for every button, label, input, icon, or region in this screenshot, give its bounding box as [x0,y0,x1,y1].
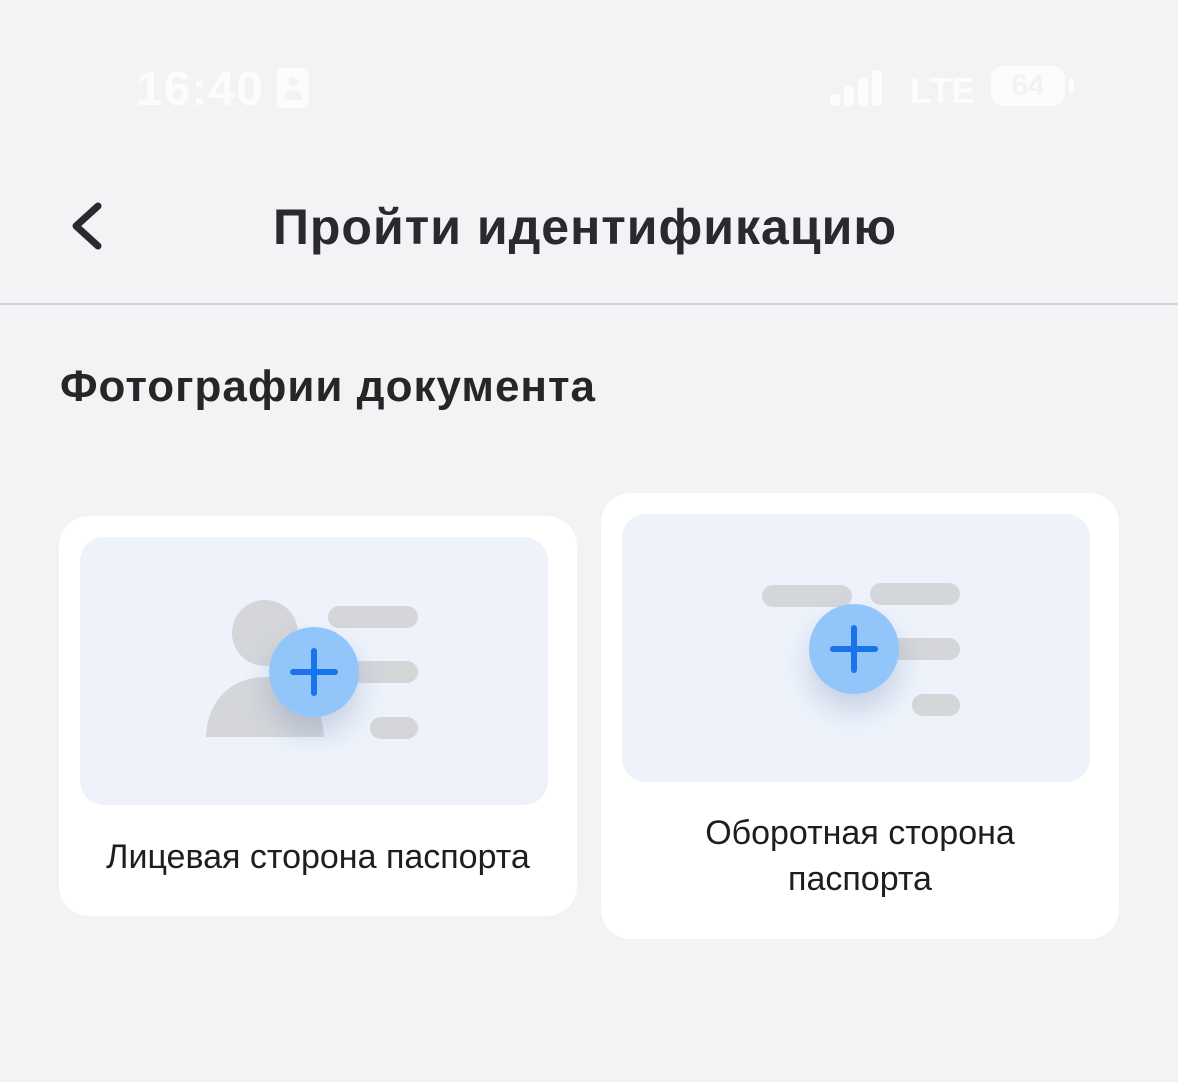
plus-icon [290,648,338,696]
placeholder-line [370,717,418,739]
passport-front-card[interactable]: Лицевая сторона паспорта [59,516,577,916]
section-title: Фотографии документа [60,362,597,411]
page-title-text: Пройти идентификацию [272,199,898,255]
placeholder-line [328,606,418,628]
passport-back-card[interactable]: Оборотная сторона паспорта [601,493,1119,939]
status-time: 16:40 [136,63,264,116]
passport-back-label: Оборотная сторона паспорта [601,810,1119,902]
battery-cap [1069,78,1074,94]
person-badge-icon [277,68,309,108]
network-type: LTE [910,70,976,111]
battery-level: 64 [1011,69,1045,102]
battery-icon: 64 [991,66,1065,106]
nav-bar: Пройти идентификацию [0,170,1178,303]
passport-back-label-line2: паспорта [788,860,932,898]
signal-strength-icon [830,70,890,106]
add-photo-front-button[interactable] [269,627,359,717]
status-bar: 16:40 LTE 64 [0,0,1178,170]
page-title: Пройти идентификацию [0,198,1178,256]
passport-front-preview [80,537,548,805]
passport-front-label: Лицевая сторона паспорта [59,834,577,880]
header-divider [0,303,1178,305]
passport-back-preview [622,514,1090,782]
passport-front-label-text: Лицевая сторона паспорта [106,838,530,876]
placeholder-line [912,694,960,716]
passport-back-label-line1: Оборотная сторона [705,814,1015,852]
placeholder-line [870,583,960,605]
add-photo-back-button[interactable] [809,604,899,694]
plus-icon [830,625,878,673]
